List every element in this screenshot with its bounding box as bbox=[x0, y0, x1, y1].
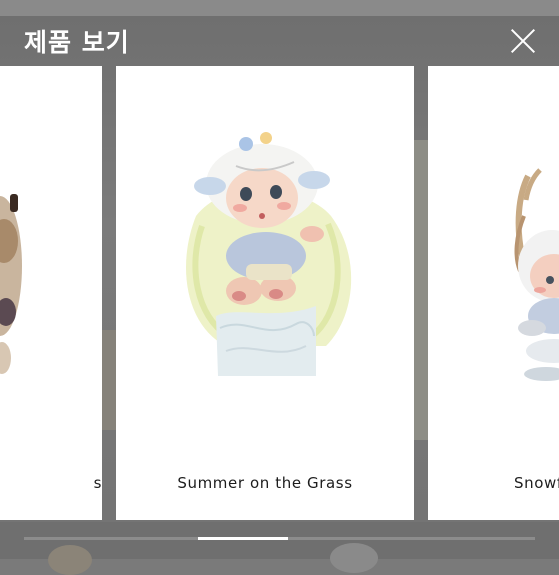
product-card-next[interactable]: Snowf bbox=[428, 66, 559, 520]
product-figure-image bbox=[514, 168, 559, 381]
product-figure-image bbox=[0, 194, 22, 374]
background-thumbnail bbox=[48, 545, 92, 575]
close-icon[interactable] bbox=[503, 21, 543, 61]
product-card-current[interactable]: Summer on the Grass bbox=[116, 66, 414, 520]
product-card-caption: s bbox=[93, 474, 102, 492]
modal-title: 제품 보기 bbox=[24, 28, 130, 57]
product-card-caption: Summer on the Grass bbox=[177, 474, 353, 492]
background-image-strip bbox=[414, 140, 428, 440]
background-top-bar bbox=[0, 0, 559, 16]
product-figure-image bbox=[186, 132, 352, 376]
background-image-strip-left bbox=[102, 330, 116, 430]
modal-header: 제품 보기 bbox=[0, 16, 559, 66]
product-card-caption: Snowf bbox=[514, 474, 559, 492]
background-thumbnail bbox=[330, 543, 378, 573]
carousel-scroll-indicator[interactable] bbox=[198, 537, 288, 540]
product-card-previous[interactable]: s bbox=[0, 66, 102, 520]
